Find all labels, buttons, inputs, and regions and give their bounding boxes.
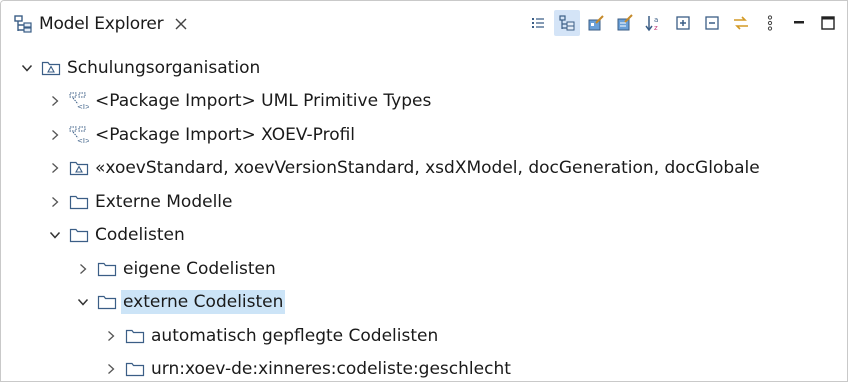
view-tab-bar: Model Explorer a z <box>1 1 847 45</box>
model-icon <box>41 61 61 75</box>
tree-item[interactable]: Externe Modelle <box>1 185 847 219</box>
tree-item[interactable]: <I> <Package Import> XOEV-Profil <box>1 118 847 152</box>
chevron-right-icon[interactable] <box>75 261 91 277</box>
package-icon <box>97 296 117 310</box>
svg-text:z: z <box>654 24 658 32</box>
tree-item[interactable]: «xoevStandard, xoevVersionStandard, xsdX… <box>1 152 847 186</box>
chevron-right-icon[interactable] <box>47 93 63 109</box>
package-icon <box>125 363 145 377</box>
sort-button[interactable]: a z <box>641 10 667 36</box>
tree-item-label: <Package Import> UML Primitive Types <box>95 91 432 112</box>
tree-item[interactable]: Codelisten <box>1 219 847 253</box>
tree-item[interactable]: Schulungsorganisation <box>1 51 847 85</box>
tree-item-label: <Package Import> XOEV-Profil <box>95 124 356 145</box>
collapse-all-button[interactable] <box>699 10 725 36</box>
list-view-icon <box>532 18 544 28</box>
svg-text:<I>: <I> <box>77 137 89 144</box>
package-import-icon: <I> <box>69 92 89 110</box>
tree-item-label: eigene Codelisten <box>123 258 276 279</box>
tree-item-label: urn:xoev-de:xinneres:codeliste:geschlech… <box>151 359 511 380</box>
chevron-down-icon[interactable] <box>75 294 91 310</box>
chevron-right-icon[interactable] <box>47 194 63 210</box>
tab-model-explorer[interactable]: Model Explorer <box>7 7 195 41</box>
tree-item[interactable]: <I> <Package Import> UML Primitive Types <box>1 85 847 119</box>
model-explorer-icon <box>14 15 32 33</box>
list-view-button[interactable] <box>525 10 551 36</box>
expand-all-icon <box>676 16 690 30</box>
tree-item-label: «xoevStandard, xoevVersionStandard, xsdX… <box>95 158 760 179</box>
collapse-all-icon <box>705 16 719 30</box>
package-icon <box>69 229 89 243</box>
tree-view-button[interactable] <box>554 10 580 36</box>
chevron-down-icon[interactable] <box>47 227 63 243</box>
package-import-icon: <I> <box>69 126 89 144</box>
tree-item-label: Externe Modelle <box>95 191 233 212</box>
chevron-right-icon[interactable] <box>47 160 63 176</box>
model-explorer-view: Model Explorer a z Schulungsorganisation… <box>0 0 848 382</box>
model-icon <box>69 162 89 176</box>
chevron-right-icon[interactable] <box>47 127 63 143</box>
tree-item[interactable]: urn:xoev-de:xinneres:codeliste:geschlech… <box>1 353 847 382</box>
svg-text:a: a <box>654 16 658 24</box>
maximize-button[interactable] <box>815 10 841 36</box>
link-with-editor-button[interactable] <box>728 10 754 36</box>
tree-item-label: externe Codelisten <box>121 290 286 315</box>
edit-properties-button[interactable] <box>612 10 638 36</box>
maximize-icon <box>821 16 835 30</box>
chevron-right-icon[interactable] <box>103 361 119 377</box>
tab-title: Model Explorer <box>39 14 164 34</box>
diagram-edit-button[interactable] <box>583 10 609 36</box>
link-with-editor-icon <box>734 16 748 30</box>
tree-item[interactable]: externe Codelisten <box>1 286 847 320</box>
chevron-down-icon[interactable] <box>19 60 35 76</box>
edit-properties-icon <box>617 14 633 31</box>
package-icon <box>97 262 117 276</box>
tree-item[interactable]: eigene Codelisten <box>1 252 847 286</box>
model-tree: Schulungsorganisation <I> <Package Import>… <box>1 51 847 382</box>
expand-all-button[interactable] <box>670 10 696 36</box>
tree-item-label: Schulungsorganisation <box>67 57 261 78</box>
tree-view-icon <box>559 15 575 31</box>
tree-item-label: automatisch gepflegte Codelisten <box>151 325 439 346</box>
view-menu-button[interactable] <box>757 10 783 36</box>
minimize-icon <box>794 21 804 24</box>
package-icon <box>125 329 145 343</box>
package-icon <box>69 195 89 209</box>
tree-item[interactable]: automatisch gepflegte Codelisten <box>1 319 847 353</box>
svg-text:<I>: <I> <box>77 103 89 110</box>
close-icon[interactable] <box>173 16 189 32</box>
tree-item-label: Codelisten <box>95 225 185 246</box>
view-menu-icon <box>767 15 773 31</box>
diagram-edit-icon <box>588 15 604 31</box>
minimize-button[interactable] <box>786 10 812 36</box>
view-toolbar: a z <box>522 10 841 36</box>
chevron-right-icon[interactable] <box>103 328 119 344</box>
sort-az-icon: a z <box>645 16 658 32</box>
